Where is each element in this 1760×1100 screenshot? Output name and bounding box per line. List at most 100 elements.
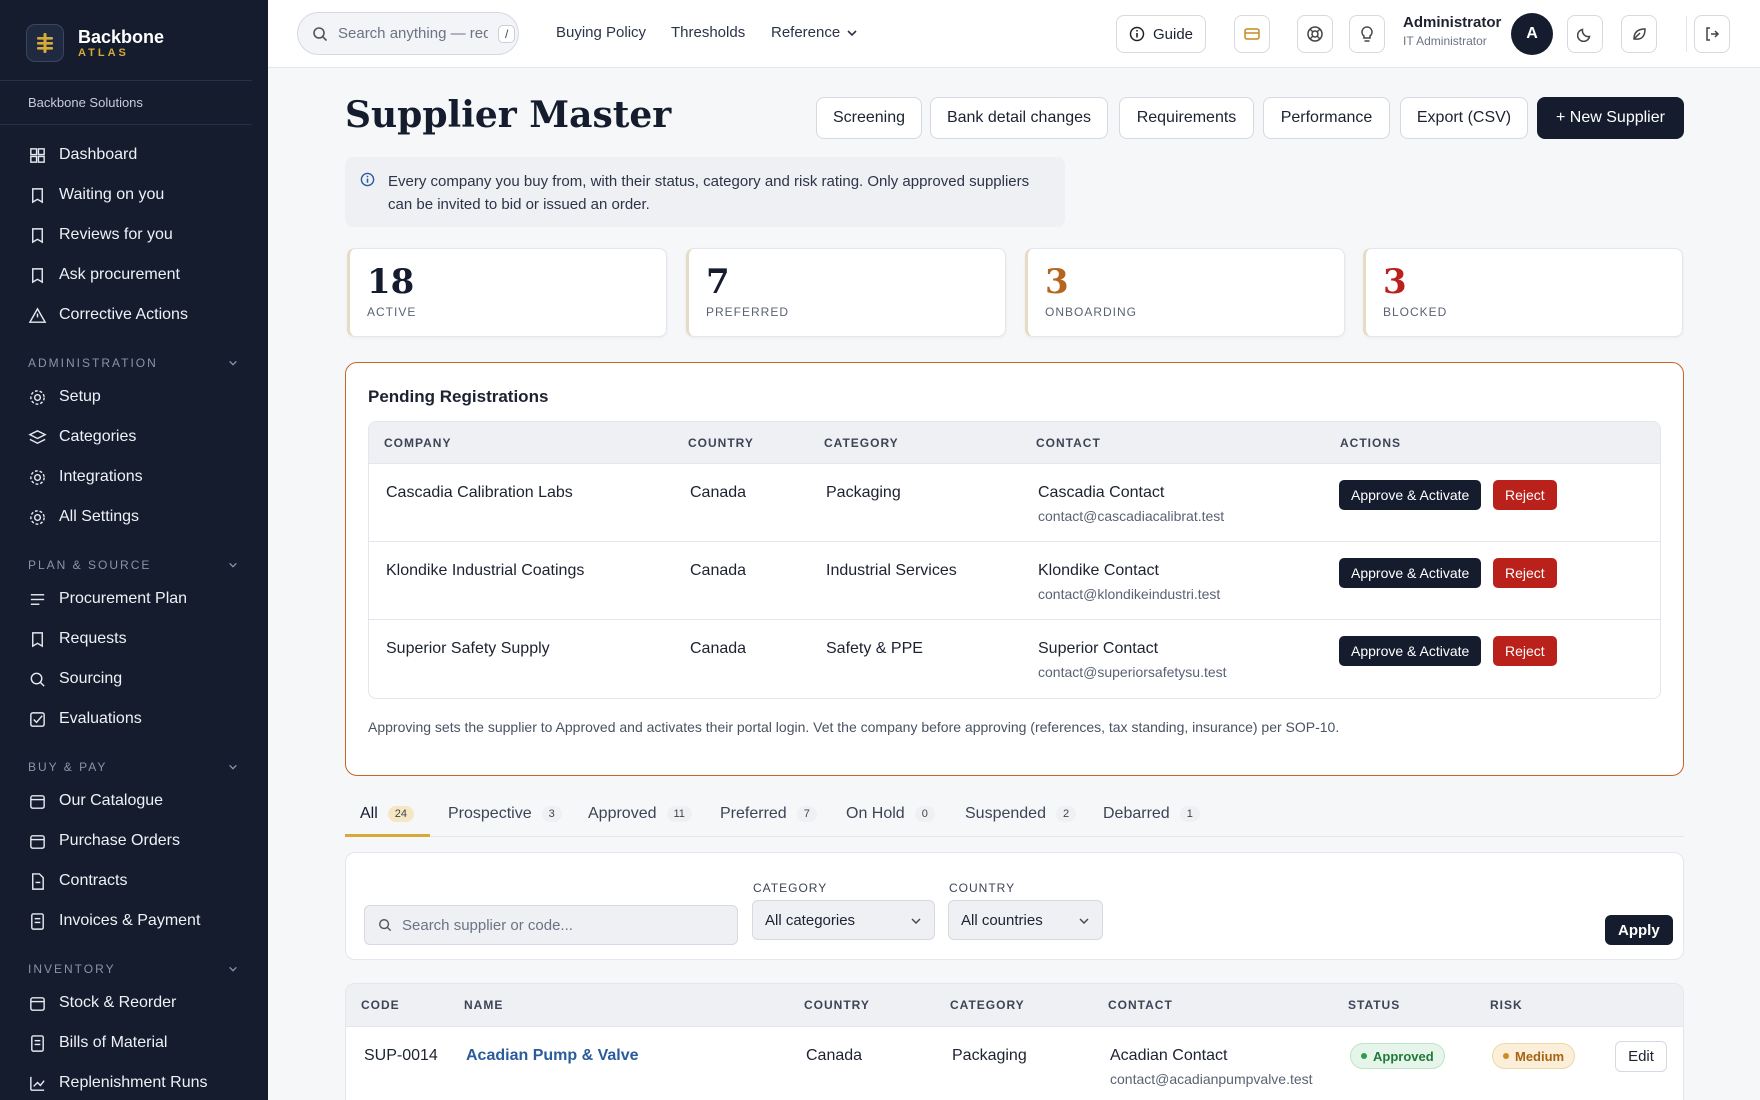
- sidebar-item-ask-procurement[interactable]: Ask procurement: [0, 255, 268, 295]
- table-header: CODE NAME COUNTRY CATEGORY CONTACT STATU…: [346, 984, 1683, 1027]
- moon-icon: [1577, 28, 1591, 42]
- sidebar-section-inventory[interactable]: INVENTORY: [0, 941, 268, 983]
- reject-button[interactable]: Reject: [1493, 558, 1557, 588]
- tab-approved[interactable]: Approved 11: [588, 805, 692, 823]
- contact-name: Cascadia Contact: [1038, 484, 1165, 501]
- sidebar-item-dashboard[interactable]: Dashboard: [0, 135, 268, 175]
- guide-button[interactable]: Guide: [1116, 15, 1206, 53]
- approve-and-activate-button[interactable]: Approve & Activate: [1339, 558, 1482, 588]
- chevron-down-icon: [229, 562, 237, 568]
- sidebar-item-stock-and-reorder[interactable]: Stock & Reorder: [0, 983, 268, 1023]
- sidebar-item-evaluations[interactable]: Evaluations: [0, 699, 268, 739]
- sidebar-section-plan-and-source[interactable]: PLAN & SOURCE: [0, 537, 268, 579]
- tab-count-badge: 1: [1179, 806, 1200, 822]
- tab-preferred[interactable]: Preferred 7: [720, 805, 817, 823]
- sidebar-item-replenishment-runs[interactable]: Replenishment Runs: [0, 1063, 268, 1100]
- country-select-value: All countries: [961, 911, 1043, 929]
- chevron-down-icon: [229, 966, 237, 972]
- sidebar-item-categories[interactable]: Categories: [0, 417, 268, 457]
- tab-prospective[interactable]: Prospective 3: [448, 805, 562, 823]
- screening-button[interactable]: Screening: [816, 97, 922, 139]
- sidebar-section-administration[interactable]: ADMINISTRATION: [0, 335, 268, 377]
- layers-icon: [28, 429, 47, 444]
- category-select[interactable]: All categories: [752, 900, 935, 940]
- country-select[interactable]: All countries: [948, 900, 1103, 940]
- sidebar-item-procurement-plan[interactable]: Procurement Plan: [0, 579, 268, 619]
- kpi-value: 3: [1045, 262, 1069, 302]
- leaf-icon: [1633, 28, 1646, 40]
- sidebar-item-corrective-actions[interactable]: Corrective Actions: [0, 295, 268, 335]
- supplier-search-input[interactable]: Search supplier or code...: [364, 905, 738, 945]
- column-header-status: STATUS: [1348, 998, 1401, 1012]
- tab-debarred[interactable]: Debarred 1: [1103, 805, 1200, 823]
- ideas-button[interactable]: [1349, 15, 1385, 53]
- reference-label: Reference: [771, 24, 841, 41]
- sidebar-item-our-catalogue[interactable]: Our Catalogue: [0, 781, 268, 821]
- search-icon: [30, 672, 45, 687]
- sidebar-item-reviews-for-you[interactable]: Reviews for you: [0, 215, 268, 255]
- sidebar-item-requests[interactable]: Requests: [0, 619, 268, 659]
- kpi-card-active: 18 ACTIVE: [347, 248, 667, 337]
- tab-all[interactable]: All 24: [360, 805, 415, 823]
- logout-button[interactable]: [1694, 15, 1730, 53]
- nav-link-buying-policy[interactable]: Buying Policy: [556, 24, 646, 41]
- user-info[interactable]: Administrator IT Administrator: [1403, 14, 1501, 48]
- tab-count-badge: 24: [387, 806, 415, 822]
- contact-cell: Klondike Contact contact@klondikeindustri…: [1038, 562, 1220, 602]
- brand-subtitle: ATLAS: [78, 47, 129, 59]
- apply-filters-button[interactable]: Apply: [1605, 915, 1673, 945]
- column-header-name: NAME: [464, 998, 504, 1012]
- leaf-button[interactable]: [1621, 15, 1657, 53]
- supplier-name-link[interactable]: Acadian Pump & Valve: [466, 1047, 639, 1065]
- new-supplier-button[interactable]: + New Supplier: [1537, 97, 1684, 139]
- sidebar-section-buy-and-pay[interactable]: BUY & PAY: [0, 739, 268, 781]
- reject-button[interactable]: Reject: [1493, 480, 1557, 510]
- sidebar-item-all-settings[interactable]: All Settings: [0, 497, 268, 537]
- sidebar-item-contracts[interactable]: Contracts: [0, 861, 268, 901]
- warning-icon: [28, 306, 47, 323]
- receipt-icon: [31, 912, 44, 930]
- sidebar-item-setup[interactable]: Setup: [0, 377, 268, 417]
- sidebar-item-integrations[interactable]: Integrations: [0, 457, 268, 497]
- edit-button[interactable]: Edit: [1615, 1041, 1667, 1072]
- nav-link-thresholds[interactable]: Thresholds: [671, 24, 745, 41]
- reject-button[interactable]: Reject: [1493, 636, 1557, 666]
- tab-label: Approved: [588, 805, 657, 822]
- theme-toggle-button[interactable]: [1567, 15, 1603, 53]
- nav-link-reference[interactable]: Reference: [771, 24, 858, 41]
- sidebar-item-purchase-orders[interactable]: Purchase Orders: [0, 821, 268, 861]
- company-cell: Klondike Industrial Coatings: [386, 562, 585, 579]
- risk-text: Medium: [1515, 1048, 1565, 1064]
- tab-on-hold[interactable]: On Hold 0: [846, 805, 935, 823]
- sidebar-item-label: Waiting on you: [59, 186, 165, 203]
- approve-and-activate-button[interactable]: Approve & Activate: [1339, 636, 1482, 666]
- brand[interactable]: Backbone ATLAS: [0, 0, 252, 81]
- export-csv-button[interactable]: Export (CSV): [1400, 97, 1528, 139]
- requirements-button[interactable]: Requirements: [1119, 97, 1254, 139]
- chevron-down-icon: [1079, 918, 1089, 924]
- sidebar-item-label: Replenishment Runs: [59, 1074, 208, 1091]
- performance-button[interactable]: Performance: [1263, 97, 1390, 139]
- tab-suspended[interactable]: Suspended 2: [965, 805, 1077, 823]
- search-icon: [313, 26, 328, 41]
- wallet-button[interactable]: [1234, 15, 1270, 53]
- tab-count-badge: 3: [541, 806, 562, 822]
- column-header-contact: CONTACT: [1108, 998, 1173, 1012]
- sidebar-item-bills-of-material[interactable]: Bills of Material: [0, 1023, 268, 1063]
- sidebar-item-invoices-and-payment[interactable]: Invoices & Payment: [0, 901, 268, 941]
- tab-label: Preferred: [720, 805, 787, 822]
- info-icon: [1129, 26, 1145, 42]
- receipt-icon: [31, 1034, 44, 1052]
- supplier-search-placeholder: Search supplier or code...: [402, 916, 573, 934]
- support-button[interactable]: [1297, 15, 1333, 53]
- box-icon: [30, 794, 45, 809]
- global-search[interactable]: Search anything — req /: [297, 12, 519, 55]
- tab-count-badge: 11: [666, 806, 692, 822]
- approve-and-activate-button[interactable]: Approve & Activate: [1339, 480, 1482, 510]
- suppliers-table: CODE NAME COUNTRY CATEGORY CONTACT STATU…: [345, 983, 1684, 1100]
- info-icon: [360, 172, 375, 187]
- sidebar-item-sourcing[interactable]: Sourcing: [0, 659, 268, 699]
- avatar[interactable]: A: [1511, 13, 1553, 55]
- bank-detail-changes-button[interactable]: Bank detail changes: [930, 97, 1108, 139]
- sidebar-item-waiting-on-you[interactable]: Waiting on you: [0, 175, 268, 215]
